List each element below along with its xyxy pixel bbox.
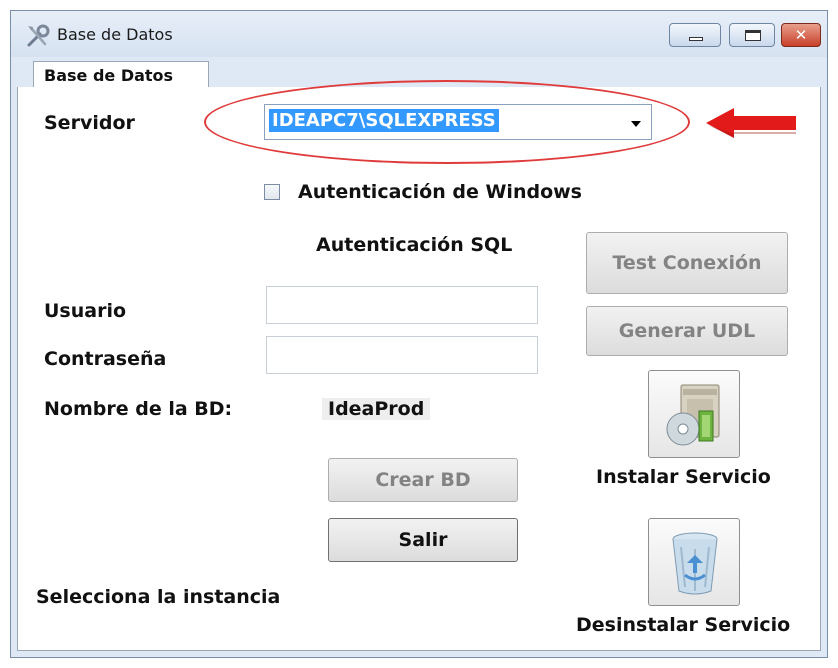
windows-auth-checkbox[interactable] (264, 184, 280, 200)
sql-auth-heading: Autenticación SQL (316, 234, 513, 256)
generar-udl-button[interactable]: Generar UDL (586, 306, 788, 356)
red-arrow-icon (706, 108, 796, 138)
servidor-label: Servidor (44, 112, 135, 134)
usuario-input[interactable] (266, 286, 538, 324)
contrasena-input[interactable] (266, 336, 538, 374)
servidor-combobox-value[interactable]: IDEAPC7\SQLEXPRESS (269, 109, 499, 132)
close-button[interactable]: ✕ (781, 23, 821, 47)
installer-icon (666, 384, 720, 446)
usuario-label: Usuario (44, 300, 127, 322)
crear-bd-button[interactable]: Crear BD (328, 458, 518, 502)
chevron-down-icon[interactable] (631, 121, 641, 127)
tab-strip: Base de Datos (17, 57, 821, 91)
desinstalar-servicio-button[interactable] (648, 518, 740, 606)
instalar-servicio-button[interactable] (648, 370, 740, 458)
title-bar[interactable]: Base de Datos ✕ (11, 11, 827, 57)
maximize-button[interactable] (729, 23, 775, 47)
contrasena-label: Contraseña (44, 348, 167, 370)
close-icon: ✕ (794, 26, 808, 44)
window-title: Base de Datos (57, 25, 173, 44)
windows-auth-label[interactable]: Autenticación de Windows (298, 181, 582, 203)
desinstalar-servicio-label: Desinstalar Servicio (576, 614, 791, 636)
servidor-combobox[interactable]: IDEAPC7\SQLEXPRESS (264, 104, 652, 140)
hint-text: Selecciona la instancia (36, 586, 281, 608)
instalar-servicio-label: Instalar Servicio (596, 466, 771, 488)
tools-icon (27, 24, 50, 47)
recycle-bin-icon (672, 532, 718, 595)
minimize-button[interactable] (669, 23, 721, 47)
maximize-icon (745, 30, 761, 41)
db-name-label: Nombre de la BD: (44, 398, 233, 420)
test-conexion-button[interactable]: Test Conexión (586, 232, 788, 294)
minimize-icon (689, 37, 703, 41)
salir-button[interactable]: Salir (328, 518, 518, 562)
db-name-value: IdeaProd (322, 398, 431, 420)
